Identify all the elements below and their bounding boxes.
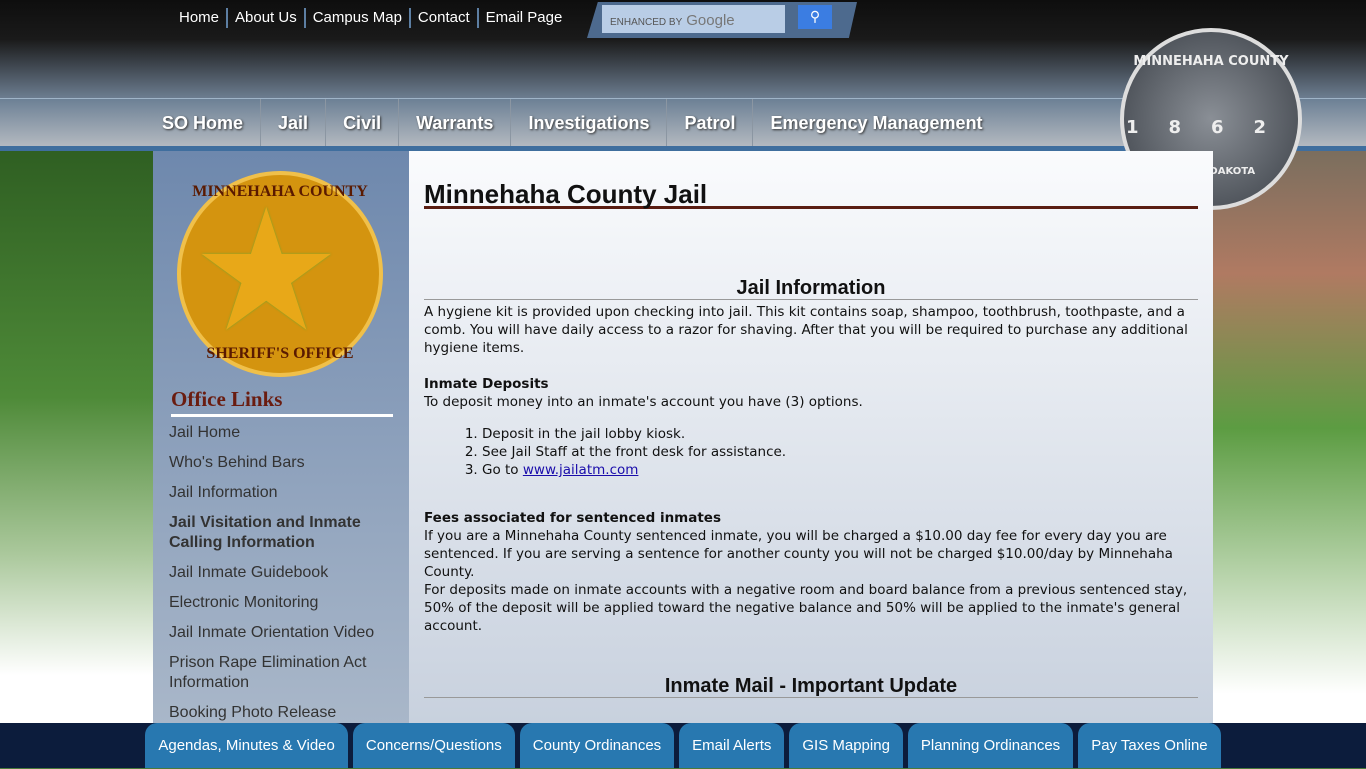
badge-top-text: MINNEHAHA COUNTY	[192, 183, 368, 200]
sidebar-item-jail-home[interactable]: Jail Home	[169, 423, 394, 443]
sidebar-item-prea[interactable]: Prison Rape Elimination Act Information	[169, 653, 394, 693]
deposits-intro: To deposit money into an inmate's accoun…	[424, 394, 863, 410]
seal-name: MINNEHAHA COUNTY	[1133, 54, 1289, 69]
util-contact-link[interactable]: Contact	[408, 8, 477, 28]
nav-emergency-management[interactable]: Emergency Management	[753, 99, 999, 146]
star-icon: ★	[199, 190, 334, 356]
sidebar-item-orientation-video[interactable]: Jail Inmate Orientation Video	[169, 623, 394, 643]
option-text: Go to	[482, 462, 523, 478]
google-brand: Google	[686, 12, 735, 29]
sheriff-badge-logo: ★ MINNEHAHA COUNTY SHERIFF'S OFFICE	[177, 171, 383, 377]
page-title: Minnehaha County Jail	[424, 181, 1198, 209]
nav-patrol[interactable]: Patrol	[667, 99, 754, 146]
section-title: Jail Information	[736, 277, 886, 299]
search-input[interactable]: ENHANCED BY Google	[602, 5, 785, 33]
fees-text: If you are a Minnehaha County sentenced …	[424, 528, 1173, 580]
footer-agendas[interactable]: Agendas, Minutes & Video	[145, 723, 348, 768]
footer-pay-taxes[interactable]: Pay Taxes Online	[1078, 723, 1221, 768]
nav-jail[interactable]: Jail	[261, 99, 327, 146]
nav-so-home[interactable]: SO Home	[145, 99, 262, 146]
footer-gis-mapping[interactable]: GIS Mapping	[789, 723, 903, 768]
fees-deposit-text: For deposits made on inmate accounts wit…	[424, 582, 1188, 634]
utility-nav: Home About Us Campus Map Contact Email P…	[172, 8, 569, 28]
util-email-page-link[interactable]: Email Page	[476, 8, 570, 28]
sidebar: ★ MINNEHAHA COUNTY SHERIFF'S OFFICE Offi…	[153, 151, 409, 723]
section-heading-jail-information: Jail Information	[424, 277, 1198, 300]
search-icon: ⚲	[809, 9, 821, 25]
option-item: Go to www.jailatm.com	[482, 461, 1198, 479]
sidebar-item-guidebook[interactable]: Jail Inmate Guidebook	[169, 563, 394, 583]
section-title: Inmate Mail - Important Update	[664, 675, 958, 697]
main-content: Minnehaha County Jail Jail Information A…	[409, 151, 1213, 723]
footer-planning-ordinances[interactable]: Planning Ordinances	[907, 723, 1074, 768]
seal-year: 1862	[1125, 117, 1297, 138]
option-item: Deposit in the jail lobby kiosk.	[482, 425, 1198, 443]
sidebar-item-visitation[interactable]: Jail Visitation and Inmate Calling Infor…	[169, 513, 394, 553]
nav-warrants[interactable]: Warrants	[399, 99, 512, 146]
sidebar-item-whos-behind-bars[interactable]: Who's Behind Bars	[169, 453, 394, 473]
sidebar-item-booking-photo[interactable]: Booking Photo Release	[169, 703, 394, 723]
footer-county-ordinances[interactable]: County Ordinances	[519, 723, 675, 768]
search-placeholder: ENHANCED BY	[610, 17, 683, 28]
badge-bottom-text: SHERIFF'S OFFICE	[206, 345, 354, 362]
background-photo-right	[1213, 150, 1366, 768]
sidebar-links: Jail Home Who's Behind Bars Jail Informa…	[169, 423, 394, 733]
util-about-link[interactable]: About Us	[226, 8, 304, 28]
util-campus-map-link[interactable]: Campus Map	[303, 8, 409, 28]
sidebar-item-jail-information[interactable]: Jail Information	[169, 483, 394, 503]
nav-civil[interactable]: Civil	[326, 99, 400, 146]
section-heading-inmate-mail: Inmate Mail - Important Update	[424, 675, 1198, 698]
footer-concerns[interactable]: Concerns/Questions	[352, 723, 515, 768]
hygiene-text: A hygiene kit is provided upon checking …	[424, 304, 1188, 356]
util-home-link[interactable]: Home	[172, 8, 226, 28]
footer-email-alerts[interactable]: Email Alerts	[679, 723, 785, 768]
deposit-options: Deposit in the jail lobby kiosk. See Jai…	[482, 425, 1198, 479]
background-photo-left	[0, 150, 153, 768]
footer-quick-links: Agendas, Minutes & Video Concerns/Questi…	[0, 723, 1366, 768]
search-button[interactable]: ⚲	[798, 5, 832, 29]
deposits-heading: Inmate Deposits	[424, 376, 549, 392]
nav-investigations[interactable]: Investigations	[511, 99, 668, 146]
sidebar-item-electronic-monitoring[interactable]: Electronic Monitoring	[169, 593, 394, 613]
option-item: See Jail Staff at the front desk for ass…	[482, 443, 1198, 461]
jailatm-link[interactable]: www.jailatm.com	[523, 462, 639, 478]
sidebar-heading: Office Links	[171, 387, 393, 417]
fees-heading: Fees associated for sentenced inmates	[424, 510, 721, 526]
